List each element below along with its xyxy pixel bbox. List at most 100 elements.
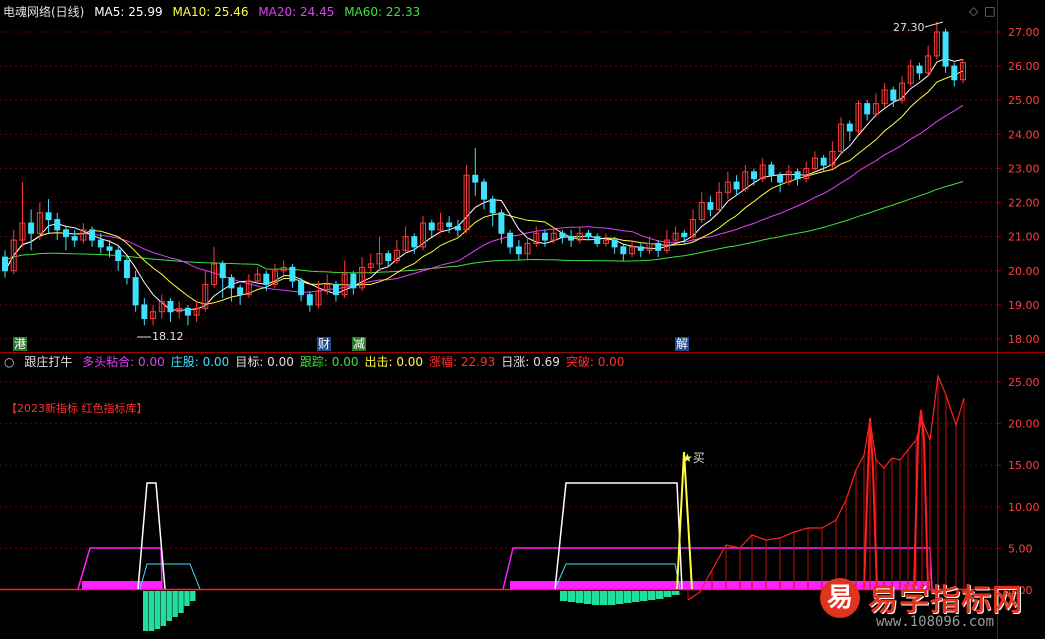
neg-bar [568,591,576,602]
candle-body [498,212,505,234]
candle-body [62,229,69,238]
buy-label: 买 [692,451,705,465]
ma20-label: MA20: 24.45 [258,5,335,19]
neg-bar [148,591,155,631]
candle-body [298,280,305,296]
candle-body [750,171,757,180]
candle-body [350,273,357,289]
event-mark-cai[interactable]: 财 [317,337,332,351]
candle-body [489,198,496,214]
magenta-strip [82,581,162,589]
star-icon: ★ [682,451,693,465]
arrow-icon[interactable]: ○ [4,355,14,369]
neg-bar [166,591,172,621]
candle-body [306,294,313,306]
indicator-value-5: 涨幅: 22.93 [429,355,496,369]
candle-body [472,174,479,183]
target-line [554,482,683,590]
indicator-value-2: 目标: 0.00 [235,355,294,369]
neg-bar [664,591,672,597]
candle-body [794,171,801,180]
watermark: 易 易学指标网 www.108096.com [818,576,1045,639]
price-tick-label: 23.00 [1008,162,1040,175]
candle-body [289,266,296,282]
price-tick-label: 21.00 [1008,231,1040,244]
ma10-label: MA10: 25.46 [172,5,249,19]
ind-tick-label: 20.00 [1008,418,1040,431]
candle-body [446,222,453,227]
neg-bar [154,591,161,629]
candle-body [768,164,775,176]
candle-body [890,89,897,101]
candle-body [385,253,392,262]
watermark-url: www.108096.com [876,614,995,630]
event-mark-gang[interactable]: 港 [13,337,28,351]
candle-body [515,246,522,255]
neg-bar [624,591,632,603]
square-icon[interactable]: □ [984,4,995,18]
neg-bar [184,591,190,606]
neg-bar [648,591,656,600]
neg-bar [190,591,196,601]
price-tick-label: 20.00 [1008,265,1040,278]
neg-bar [656,591,664,599]
indicator-value-1: 庄股: 0.00 [170,355,230,369]
candle-body [481,181,487,200]
candle-body [228,277,235,289]
neg-bar [178,591,184,613]
candle-body [123,260,130,279]
event-mark-jie[interactable]: 解 [675,337,690,351]
candle-body [846,123,853,132]
ma5-label: MA5: 25.99 [94,5,163,19]
candle-body [541,232,548,241]
candle-body [733,181,740,190]
buy-signal: ★买 [682,451,711,465]
candle-body [916,65,923,74]
candle-body [620,246,627,255]
price-tick-label: 22.00 [1008,197,1040,210]
candle-body [777,174,784,183]
candle-body [263,273,270,285]
candle-body [454,225,461,231]
candle-body [594,236,601,244]
candle-body [54,219,61,231]
candle-body [97,239,104,248]
price-tick-label: 19.00 [1008,299,1040,312]
price-tick-label: 24.00 [1008,128,1040,141]
candle-body [568,236,575,241]
indicator-value-0: 多头粘合: 0.00 [82,355,165,369]
neg-bar [143,591,149,631]
candle-body [184,307,191,316]
neg-bar [172,591,178,617]
ind-tick-label: 10.00 [1008,501,1040,514]
chart-header: 电魂网络(日线) MA5: 25.99 MA10: 25.46 MA20: 24… [3,5,426,19]
neg-bar [560,591,568,601]
price-tick-label: 27.00 [1008,26,1040,39]
candle-body [611,239,618,248]
indicator-name[interactable]: 跟庄打牛 [24,355,72,369]
ind-tick-label: 5.00 [1008,542,1033,555]
candle-body [167,300,174,313]
neg-bar [632,591,640,602]
event-mark-jian[interactable]: 减 [352,337,367,351]
price-tick-label: 25.00 [1008,94,1040,107]
indicator-value-4: 出击: 0.00 [364,355,424,369]
high-label: 27.30 [893,21,925,34]
ind-tick-label: 25.00 [1008,376,1040,389]
chart-canvas: 27.00 26.00 25.00 24.00 23.00 22.00 21.00 20.00… [0,0,1045,639]
diamond-icon[interactable]: ◇ [969,4,978,18]
candle-body [951,65,958,81]
ind-tick-label: 15.00 [1008,459,1040,472]
ma60-label: MA60: 22.33 [344,5,421,19]
neg-bar [576,591,584,603]
indicator-value-7: 突破: 0.00 [565,355,625,369]
neg-bar [592,591,600,605]
candle-body [132,277,139,306]
candle-body [681,232,688,238]
neg-bar [608,591,616,605]
low-label: 18.12 [152,330,184,343]
neg-bar [160,591,167,626]
candle-body [942,31,949,67]
indicator-value-6: 日涨: 0.69 [501,355,560,369]
candle-body [820,157,827,166]
